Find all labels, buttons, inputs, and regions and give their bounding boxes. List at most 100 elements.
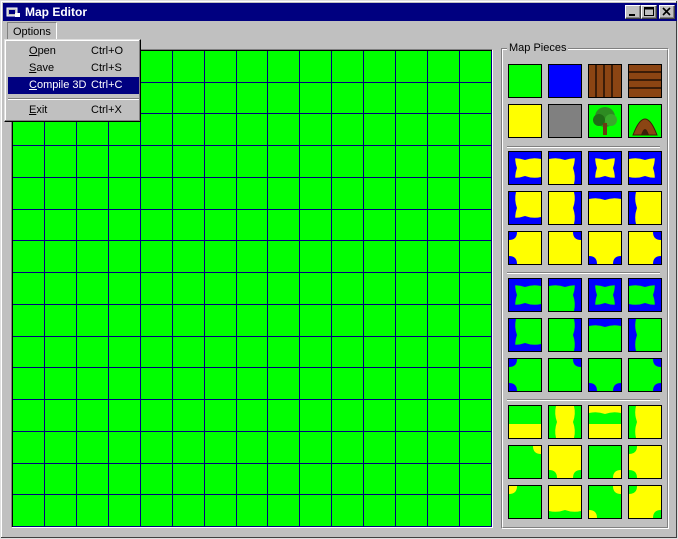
piece-grass-sand-edge[interactable] (588, 405, 622, 439)
map-cell[interactable] (428, 336, 461, 369)
map-cell[interactable] (364, 463, 397, 496)
map-cell[interactable] (428, 431, 461, 464)
map-cell[interactable] (364, 273, 397, 305)
map-cell[interactable] (396, 177, 429, 210)
minimize-button[interactable] (625, 5, 641, 19)
map-cell[interactable] (172, 368, 205, 401)
menu-item-compile-3d[interactable]: Compile 3D Ctrl+C (8, 77, 139, 94)
menu-item-open[interactable]: Open Ctrl+O (8, 43, 139, 60)
map-cell[interactable] (332, 273, 365, 305)
map-cell[interactable] (13, 400, 45, 432)
map-cell[interactable] (108, 463, 141, 496)
piece-grass-sand-edge[interactable] (508, 445, 542, 479)
map-cell[interactable] (300, 400, 333, 432)
map-cell[interactable] (300, 177, 333, 210)
piece-sand-water-edge[interactable] (548, 231, 582, 265)
map-cell[interactable] (364, 241, 397, 274)
map-cell[interactable] (108, 368, 141, 401)
map-cell[interactable] (460, 241, 492, 274)
map-cell[interactable] (460, 400, 492, 432)
map-cell[interactable] (236, 241, 269, 274)
map-cell[interactable] (172, 495, 205, 527)
piece-grass-sand-edge[interactable] (628, 405, 662, 439)
piece-sand-water-edge[interactable] (548, 151, 582, 185)
map-cell[interactable] (108, 146, 141, 178)
map-cell[interactable] (172, 51, 205, 83)
map-cell[interactable] (172, 114, 205, 147)
piece-grass-sand-edge[interactable] (548, 405, 582, 439)
map-cell[interactable] (140, 241, 173, 274)
map-cell[interactable] (204, 209, 237, 242)
piece-sand-water-edge[interactable] (588, 231, 622, 265)
map-cell[interactable] (364, 209, 397, 242)
map-cell[interactable] (460, 431, 492, 464)
map-cell[interactable] (236, 463, 269, 496)
map-cell[interactable] (268, 304, 301, 337)
map-cell[interactable] (428, 273, 461, 305)
menu-item-save[interactable]: Save Ctrl+S (8, 60, 139, 77)
map-cell[interactable] (300, 114, 333, 147)
map-cell[interactable] (140, 431, 173, 464)
map-cell[interactable] (428, 209, 461, 242)
map-cell[interactable] (76, 495, 109, 527)
map-cell[interactable] (332, 146, 365, 178)
map-cell[interactable] (396, 400, 429, 432)
map-cell[interactable] (76, 368, 109, 401)
map-cell[interactable] (13, 241, 45, 274)
map-cell[interactable] (76, 336, 109, 369)
map-cell[interactable] (44, 495, 77, 527)
piece-grass-water-edge[interactable] (508, 278, 542, 312)
map-cell[interactable] (236, 368, 269, 401)
piece-rock-hut[interactable] (628, 104, 662, 138)
map-cell[interactable] (268, 241, 301, 274)
map-cell[interactable] (300, 209, 333, 242)
map-cell[interactable] (268, 114, 301, 147)
map-cell[interactable] (396, 146, 429, 178)
map-cell[interactable] (108, 273, 141, 305)
map-cell[interactable] (332, 495, 365, 527)
map-cell[interactable] (428, 304, 461, 337)
piece-grass-water-edge[interactable] (628, 278, 662, 312)
map-cell[interactable] (428, 368, 461, 401)
map-cell[interactable] (332, 304, 365, 337)
map-cell[interactable] (332, 241, 365, 274)
map-cell[interactable] (204, 82, 237, 115)
map-cell[interactable] (460, 368, 492, 401)
map-cell[interactable] (140, 209, 173, 242)
map-cell[interactable] (140, 304, 173, 337)
piece-grass-water-edge[interactable] (548, 318, 582, 352)
map-cell[interactable] (300, 431, 333, 464)
map-cell[interactable] (140, 177, 173, 210)
map-cell[interactable] (396, 304, 429, 337)
piece-stone[interactable] (548, 104, 582, 138)
map-cell[interactable] (300, 463, 333, 496)
map-cell[interactable] (236, 51, 269, 83)
piece-sand-water-edge[interactable] (628, 231, 662, 265)
map-cell[interactable] (140, 114, 173, 147)
map-cell[interactable] (428, 51, 461, 83)
piece-grass-water-edge[interactable] (508, 318, 542, 352)
piece-grass-water-edge[interactable] (588, 318, 622, 352)
map-cell[interactable] (428, 463, 461, 496)
map-cell[interactable] (396, 82, 429, 115)
map-cell[interactable] (460, 495, 492, 527)
map-cell[interactable] (76, 273, 109, 305)
piece-sand-water-edge[interactable] (548, 191, 582, 225)
map-cell[interactable] (108, 304, 141, 337)
map-cell[interactable] (460, 146, 492, 178)
map-cell[interactable] (108, 177, 141, 210)
map-cell[interactable] (396, 336, 429, 369)
map-cell[interactable] (268, 51, 301, 83)
map-cell[interactable] (332, 368, 365, 401)
map-cell[interactable] (300, 241, 333, 274)
menu-item-exit[interactable]: Exit Ctrl+X (8, 102, 139, 119)
map-cell[interactable] (236, 209, 269, 242)
map-cell[interactable] (268, 368, 301, 401)
map-cell[interactable] (428, 495, 461, 527)
map-cell[interactable] (332, 209, 365, 242)
map-cell[interactable] (300, 368, 333, 401)
piece-water[interactable] (548, 64, 582, 98)
map-cell[interactable] (13, 273, 45, 305)
map-cell[interactable] (460, 177, 492, 210)
map-cell[interactable] (460, 336, 492, 369)
